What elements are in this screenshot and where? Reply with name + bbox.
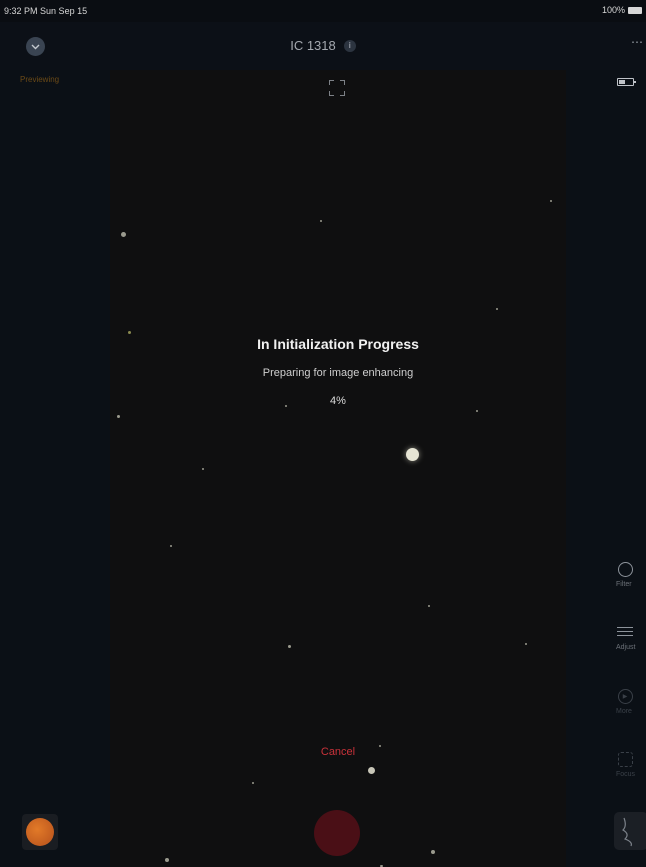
- play-icon: ▶: [616, 687, 634, 705]
- battery-percent: 100%: [601, 5, 625, 15]
- battery-icon: [628, 6, 642, 14]
- progress-percent: 4%: [330, 395, 346, 407]
- star: [117, 415, 120, 418]
- filter-icon: [616, 560, 634, 578]
- status-time: 9:32 PM Sun Sep 15: [4, 6, 87, 16]
- fullscreen-button[interactable]: [329, 80, 345, 96]
- gallery-thumbnail-button[interactable]: [22, 814, 58, 850]
- left-panel: Previewing: [0, 70, 110, 867]
- tool-more-label: More: [616, 708, 632, 715]
- star: [252, 782, 254, 784]
- status-bar: 9:32 PM Sun Sep 15 100%: [0, 0, 646, 22]
- chart-icon: [622, 817, 632, 847]
- info-icon[interactable]: i: [343, 39, 356, 52]
- star: [288, 645, 291, 648]
- tool-focus[interactable]: Focus: [616, 750, 646, 778]
- tool-focus-label: Focus: [616, 771, 636, 778]
- tool-more[interactable]: ▶ More: [616, 687, 646, 715]
- expand-icon: [329, 80, 334, 85]
- cancel-button[interactable]: Cancel: [288, 746, 388, 758]
- star: [202, 468, 204, 470]
- status-right: 100%: [602, 5, 642, 15]
- star: [406, 448, 419, 461]
- star: [128, 331, 131, 334]
- star: [121, 232, 126, 237]
- status-time-value: 9:32 PM: [4, 6, 38, 16]
- page-title-text: IC 1318: [290, 38, 336, 53]
- star: [476, 410, 478, 412]
- star: [496, 308, 498, 310]
- focus-icon: [616, 750, 634, 768]
- right-panel: Filter Adjust ▶ More Focus: [566, 70, 646, 867]
- chart-button[interactable]: [614, 812, 646, 850]
- more-icon: ⋯: [631, 35, 644, 49]
- device-battery-icon: [617, 78, 636, 86]
- status-date-value: Sun Sep 15: [40, 6, 88, 16]
- shutter-button[interactable]: [314, 810, 360, 856]
- thumbnail-image: [26, 818, 54, 846]
- star: [428, 605, 430, 607]
- star: [165, 858, 169, 862]
- tool-adjust[interactable]: Adjust: [616, 623, 646, 651]
- star: [170, 545, 172, 547]
- tool-filter-label: Filter: [616, 581, 632, 588]
- star: [550, 200, 552, 202]
- preview-mode-label: Previewing: [20, 75, 60, 84]
- star: [431, 850, 435, 854]
- adjust-icon: [616, 623, 634, 641]
- progress-title: In Initialization Progress: [257, 336, 419, 352]
- nav-bar: IC 1318 i ⋯: [0, 22, 646, 70]
- star: [368, 767, 375, 774]
- tool-adjust-label: Adjust: [616, 644, 636, 651]
- star: [525, 643, 527, 645]
- more-options-button[interactable]: ⋯: [631, 35, 644, 49]
- page-title: IC 1318 i: [0, 38, 646, 53]
- star: [320, 220, 322, 222]
- progress-subtitle: Preparing for image enhancing: [262, 367, 414, 379]
- image-viewer: In Initialization Progress Preparing for…: [110, 70, 566, 867]
- tool-filter[interactable]: Filter: [616, 560, 646, 588]
